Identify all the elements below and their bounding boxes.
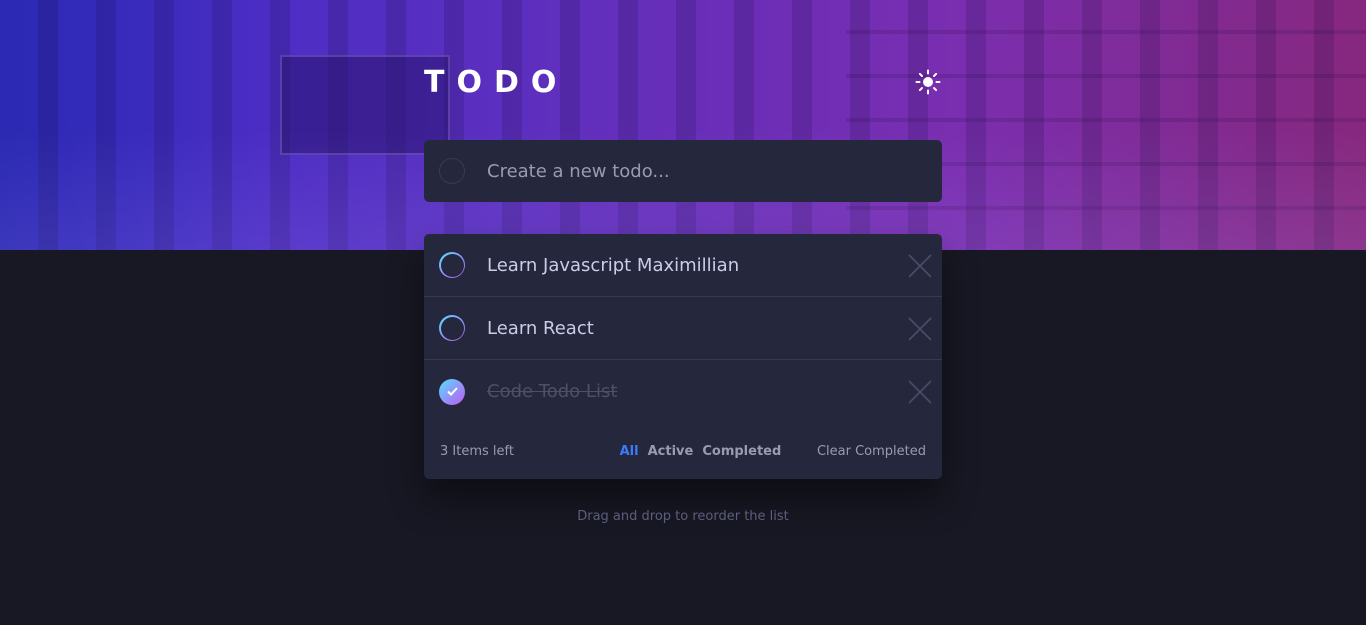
todo-check-circle-icon[interactable] <box>439 252 465 278</box>
drag-hint: Drag and drop to reorder the list <box>577 509 789 524</box>
todo-item[interactable]: Learn React <box>424 297 942 360</box>
items-left-count: 3 Items left <box>440 443 514 459</box>
todo-item-text: Code Todo List <box>487 381 618 402</box>
theme-toggle-button[interactable] <box>914 68 942 96</box>
todo-footer: 3 Items left All Active Completed Clear … <box>424 423 942 479</box>
checkmark-icon <box>446 387 458 396</box>
filter-all[interactable]: All <box>620 444 639 459</box>
close-icon[interactable] <box>908 317 932 341</box>
todo-item-text: Learn Javascript Maximillian <box>487 254 740 276</box>
todo-item[interactable]: Learn Javascript Maximillian <box>424 234 942 297</box>
todo-item[interactable]: Code Todo List <box>424 360 942 423</box>
app-title: TODO <box>424 64 569 100</box>
todo-checked-icon[interactable] <box>439 378 465 405</box>
todo-item-text: Learn React <box>487 317 594 339</box>
app-header: TODO <box>424 64 942 100</box>
filter-tabs: All Active Completed <box>620 444 782 459</box>
todo-list: Learn Javascript Maximillian Learn React… <box>424 234 942 479</box>
filter-completed[interactable]: Completed <box>702 444 781 459</box>
new-todo-circle-icon[interactable] <box>439 158 465 184</box>
close-icon[interactable] <box>908 380 932 404</box>
new-todo-bar <box>424 140 942 202</box>
sun-icon <box>915 69 941 95</box>
clear-completed-button[interactable]: Clear Completed <box>817 444 926 459</box>
todo-check-circle-icon[interactable] <box>439 315 465 341</box>
new-todo-input[interactable] <box>487 160 907 182</box>
close-icon[interactable] <box>908 254 932 278</box>
header-background-image <box>0 0 1366 250</box>
filter-active[interactable]: Active <box>648 444 694 459</box>
